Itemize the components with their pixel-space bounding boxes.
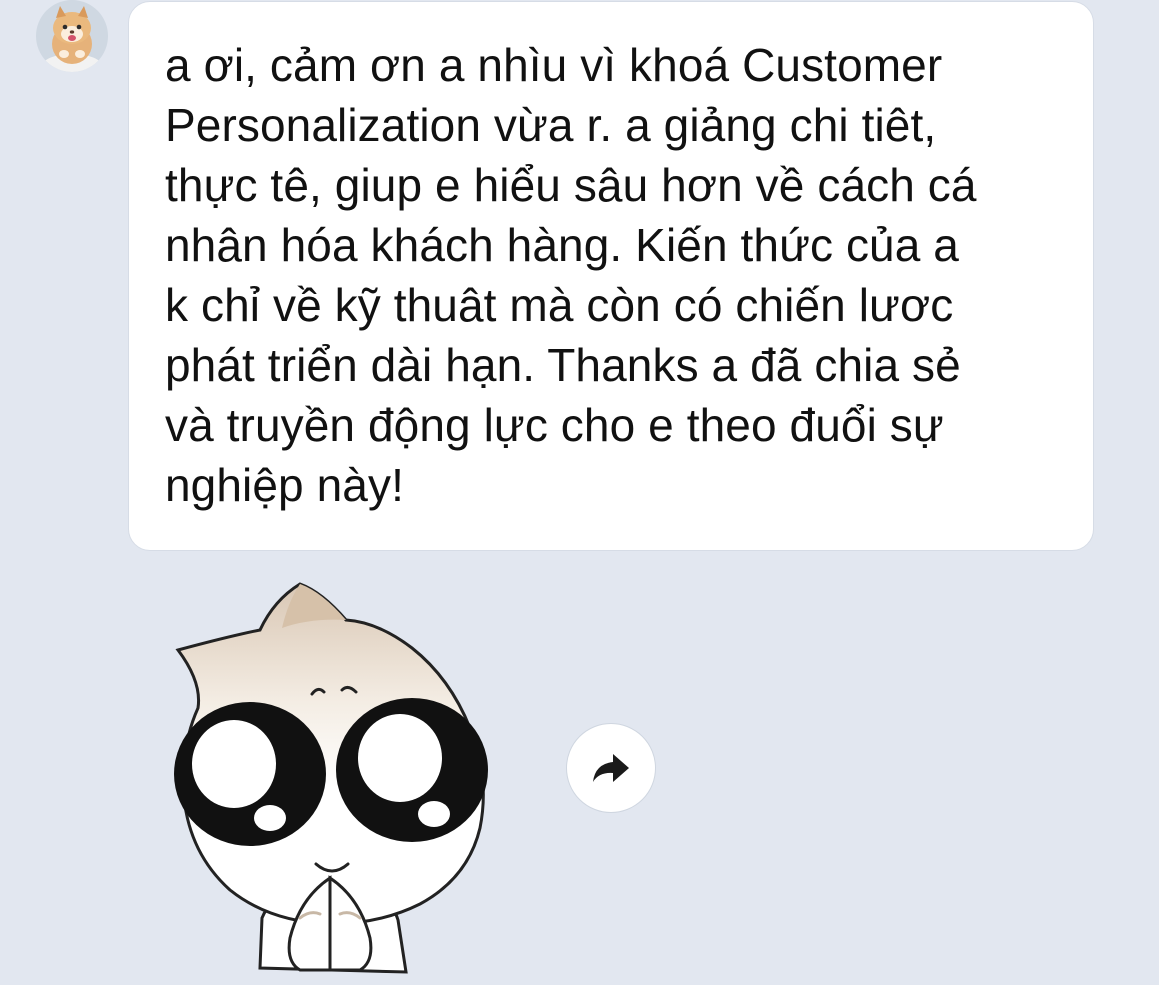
message-text: a ơi, cảm ơn a nhìu vì khoá Customer Per… bbox=[165, 39, 977, 511]
share-button[interactable] bbox=[566, 723, 656, 813]
sticker[interactable] bbox=[150, 578, 510, 978]
pleading-bun-character-sticker-icon bbox=[174, 582, 488, 974]
message-bubble[interactable]: a ơi, cảm ơn a nhìu vì khoá Customer Per… bbox=[128, 1, 1094, 551]
sender-avatar[interactable] bbox=[36, 0, 108, 72]
cat-avatar-icon bbox=[36, 0, 108, 72]
share-arrow-icon bbox=[593, 754, 629, 782]
